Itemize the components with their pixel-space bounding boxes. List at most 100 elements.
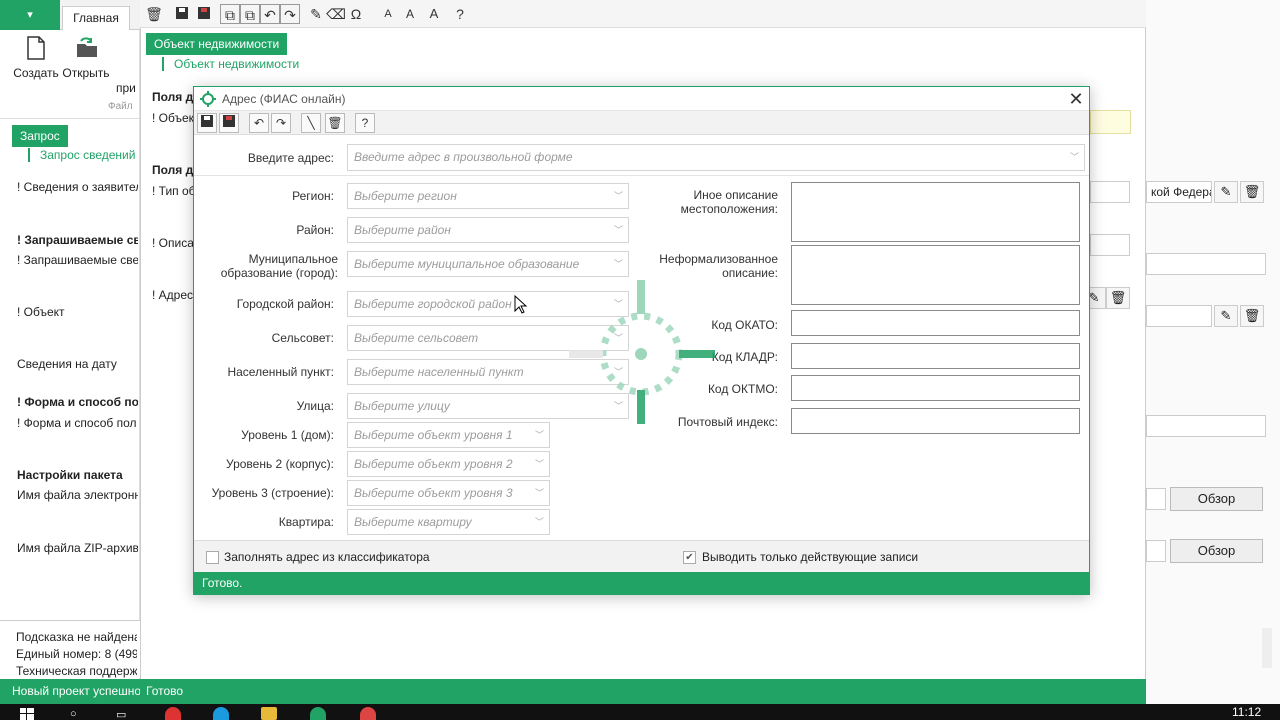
level3-label: Уровень 3 (строение): [211, 486, 334, 500]
type-field[interactable] [1090, 181, 1130, 203]
save-icon[interactable] [197, 113, 217, 133]
left-line-requested-heading: ! Запрашиваемые све [17, 233, 138, 247]
redo-icon[interactable]: ↷ [271, 113, 291, 133]
fill-from-classifier-label[interactable]: Заполнять адрес из классификатора [224, 550, 430, 564]
oktmo-input[interactable] [791, 375, 1080, 401]
app-icon[interactable] [310, 707, 326, 720]
fill-from-classifier-checkbox[interactable] [206, 551, 219, 564]
copy-icon[interactable]: ⧉ [220, 4, 240, 24]
delete-object-button[interactable]: 🗑 [1240, 305, 1264, 327]
object-field[interactable] [1090, 110, 1131, 134]
level2-label: Уровень 2 (корпус): [226, 457, 334, 471]
chevron-down-icon: ﹀ [613, 259, 623, 269]
symbol-icon[interactable]: Ω [346, 4, 366, 24]
browse-button-2[interactable]: Обзор [1170, 539, 1263, 563]
left-line-package-settings: Настройки пакета [17, 468, 123, 482]
dialog-title-bar[interactable]: Адрес (ФИАС онлайн) ✕ [194, 87, 1089, 111]
region-select[interactable]: Выберите регион ﹀ [347, 183, 629, 209]
applicant-country-field[interactable]: кой Федера [1146, 181, 1212, 203]
eraser-icon[interactable]: ╲ [301, 113, 321, 133]
other-location-textarea[interactable] [791, 182, 1080, 242]
help-icon[interactable]: ? [450, 4, 470, 24]
skype-icon[interactable] [213, 707, 229, 720]
edit-button[interactable]: ✎ [1214, 181, 1238, 203]
windows-start-icon[interactable] [20, 708, 34, 720]
browse-button-1[interactable]: Обзор [1170, 487, 1263, 511]
save-icon[interactable] [172, 4, 192, 24]
open-button[interactable]: Открыть [60, 36, 112, 90]
only-active-label[interactable]: Выводить только действующие записи [702, 550, 918, 564]
save-as-icon[interactable] [194, 4, 214, 24]
municipality-select[interactable]: Выберите муниципальное образование ﹀ [347, 251, 629, 277]
dialog-status-bar: Готово. [194, 572, 1089, 595]
loading-spinner-icon [567, 278, 717, 428]
kladr-input[interactable] [791, 343, 1080, 369]
search-icon[interactable]: ○ [70, 708, 84, 720]
level1-select[interactable]: Выберите объект уровня 1 ﹀ [347, 422, 550, 448]
help-icon[interactable]: ? [355, 113, 375, 133]
district-select[interactable]: Выберите район ﹀ [347, 217, 629, 243]
zip-name-field[interactable] [1146, 540, 1166, 562]
undo-icon[interactable]: ↶ [260, 4, 280, 24]
font-larger-icon[interactable]: A [424, 4, 444, 24]
only-active-checkbox[interactable]: ✔ [683, 551, 696, 564]
left-line-date: Сведения на дату [17, 357, 117, 371]
address-input[interactable]: Введите адрес в произвольной форме ﹀ [347, 144, 1085, 171]
postal-code-input[interactable] [791, 408, 1080, 434]
tree-item-object[interactable]: Объект недвижимости [162, 57, 299, 71]
trash-icon[interactable]: 🗑 [325, 113, 345, 133]
font-normal-icon[interactable]: A [400, 4, 420, 24]
undo-icon[interactable]: ↶ [249, 113, 269, 133]
form-field[interactable] [1146, 415, 1266, 437]
dialog-toolbar: ↶ ↷ ╲ 🗑 ? [194, 111, 1089, 135]
left-line-object: ! Объект [17, 305, 65, 319]
save-close-icon[interactable] [219, 113, 239, 133]
section-fields-heading-2: Поля д [152, 163, 194, 177]
object-right-field[interactable] [1146, 305, 1212, 327]
scrollbar[interactable] [1262, 628, 1272, 668]
app-menu-button[interactable]: ▾ [0, 0, 60, 30]
pen-icon[interactable]: ✎ [306, 4, 326, 24]
level1-label: Уровень 1 (дом): [241, 428, 334, 442]
apartment-select[interactable]: Выберите квартиру ﹀ [347, 509, 550, 535]
close-icon[interactable]: ✕ [1066, 89, 1086, 109]
object-chip[interactable]: Объект недвижимости [146, 33, 288, 55]
okato-input[interactable] [791, 310, 1080, 336]
chevron-down-icon: ﹀ [534, 517, 544, 527]
delete-button[interactable]: 🗑 [1240, 181, 1264, 203]
paste-icon[interactable]: ⧉ [240, 4, 260, 24]
chevron-down-icon: ﹀ [1069, 152, 1079, 162]
level3-placeholder: Выберите объект уровня 3 [354, 486, 513, 500]
new-document-icon [25, 36, 47, 62]
divider [0, 118, 140, 119]
eraser-icon[interactable]: ⌫ [326, 4, 346, 24]
street-label: Улица: [296, 399, 334, 413]
chevron-down-icon: ﹀ [534, 488, 544, 498]
file-explorer-icon[interactable] [261, 707, 277, 720]
edit-object-button[interactable]: ✎ [1214, 305, 1238, 327]
delete-icon[interactable]: 🗑 [144, 4, 164, 24]
clear-address-button[interactable]: 🗑 [1106, 287, 1130, 309]
tab-main[interactable]: Главная [62, 6, 130, 30]
description-field[interactable] [1090, 234, 1130, 256]
level2-select[interactable]: Выберите объект уровня 2 ﹀ [347, 451, 550, 477]
hint-phone: Единый номер: 8 (499) [16, 647, 137, 661]
create-button[interactable]: Создать [10, 36, 62, 90]
village-council-label: Сельсовет: [271, 331, 334, 345]
redo-icon[interactable]: ↷ [280, 4, 300, 24]
chrome-icon[interactable] [165, 707, 181, 720]
font-smaller-icon[interactable]: A [378, 4, 398, 24]
browser-icon[interactable] [360, 707, 376, 720]
tree-item-request[interactable]: Запрос сведений [28, 148, 138, 162]
informal-description-textarea[interactable] [791, 245, 1080, 305]
level2-placeholder: Выберите объект уровня 2 [354, 457, 513, 471]
clock: 11:12 [1232, 705, 1262, 719]
level3-select[interactable]: Выберите объект уровня 3 ﹀ [347, 480, 550, 506]
task-view-icon[interactable]: ▭ [116, 708, 130, 720]
file-name-field[interactable] [1146, 488, 1166, 510]
request-chip[interactable]: Запрос [12, 125, 68, 147]
locality-placeholder: Выберите населенный пункт [354, 365, 524, 379]
field-address-label: ! Адрес [152, 288, 194, 302]
section-fields-heading: Поля д [152, 90, 194, 104]
requested-field[interactable] [1146, 253, 1266, 275]
